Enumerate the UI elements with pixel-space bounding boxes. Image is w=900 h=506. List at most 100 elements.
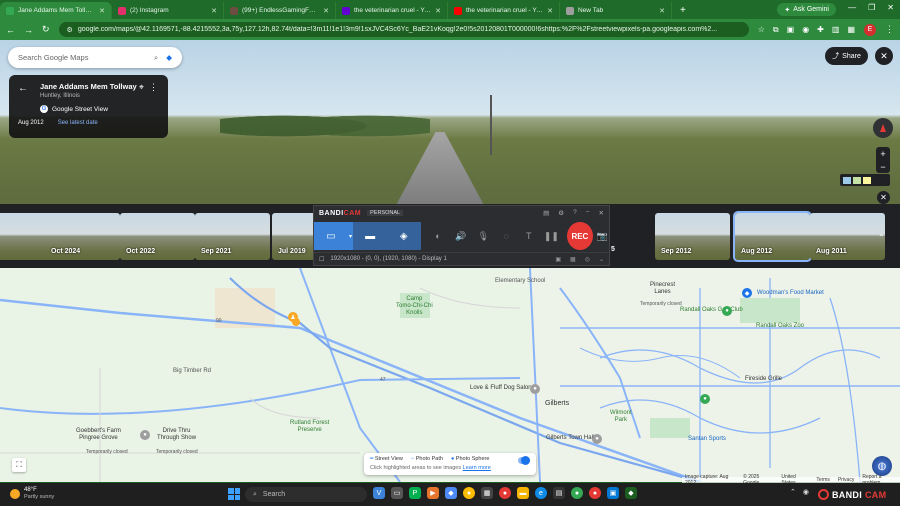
learn-more-link[interactable]: Learn more [463,465,491,471]
taskbar-app-icon[interactable]: ▤ [553,487,565,499]
maximize-icon[interactable]: ❐ [868,3,875,12]
timeline-thumbnail[interactable]: Sep 2012 [655,213,730,260]
browser-tab[interactable]: (99+) EndlessGamingFanProdu ✕ [224,2,336,19]
game-mode-button[interactable]: ◈ [386,222,421,250]
search-icon[interactable]: ⌕ [154,53,158,63]
bandicam-app-icon[interactable]: ● [499,487,511,499]
weather-widget[interactable]: 48°F Partly sunny [10,487,54,501]
text-overlay-icon[interactable]: T [519,231,538,241]
close-timeline-button[interactable]: ✕ [877,191,890,204]
pause-icon[interactable]: ❚❚ [542,231,561,242]
close-tab-icon[interactable]: ✕ [435,7,441,15]
pegman-icon[interactable]: ♟ [288,312,298,322]
minimize-icon[interactable]: — [848,3,856,12]
chrome-profile-icon[interactable]: ● [571,487,583,499]
bookmark-star-icon[interactable]: ☆ [758,25,765,35]
close-window-icon[interactable]: ✕ [887,3,894,12]
globe-view-icon[interactable]: ◍ [872,456,892,476]
taskbar-app-icon[interactable]: V [373,487,385,499]
search-input[interactable]: Search Google Maps [18,53,146,62]
map-label-love-fluff[interactable]: Love & Fluff Dog Salon [470,385,532,392]
url-bar[interactable]: ⚙ google.com/maps/@42.1169571,-88.421555… [58,22,749,37]
map-label-elementary[interactable]: Elementary School [495,278,545,285]
map-label-randall-golf[interactable]: Randall Oaks Golf Club [680,307,743,314]
edge-icon[interactable]: e [535,487,547,499]
back-arrow-icon[interactable]: ← [18,83,28,94]
cursor-effect-icon[interactable]: ◌ [497,231,516,241]
split-icon[interactable]: ▦ [847,25,855,35]
map-label-camp[interactable]: Camp Tomo-Chi-Chi Knolls [396,296,433,317]
close-tab-icon[interactable]: ✕ [211,7,217,15]
tray-app-icon[interactable]: ◉ [803,488,809,496]
share-button[interactable]: ⤴ Share [825,47,868,65]
more-options-icon[interactable]: ⋮ [149,82,158,93]
timeline-thumbnail[interactable]: Oct 2022 [120,213,195,260]
site-info-icon[interactable]: ⚙ [67,26,73,34]
close-tab-icon[interactable]: ✕ [659,7,665,15]
maps-search-box[interactable]: Search Google Maps ⌕ ◆ [8,47,182,68]
timeline-thumbnail[interactable]: Sep 2021 [195,213,270,260]
chrome-profile-icon[interactable]: ● [589,487,601,499]
expand-timeline-icon[interactable]: ⌃ [878,233,885,242]
close-tab-icon[interactable]: ✕ [99,7,105,15]
folder-icon[interactable]: ▤ [543,209,549,217]
taskbar-app-icon[interactable]: ▭ [391,487,403,499]
minimize-icon[interactable]: − [586,209,590,217]
map-label-gilberts[interactable]: Gilberts [545,400,569,408]
park-pin-icon[interactable]: ● [700,394,710,404]
map-label-goebbert[interactable]: Goebbert's Farm Pingree Grove [76,428,121,442]
ask-gemini-button[interactable]: ✦ Ask Gemini [777,3,836,16]
tray-overflow-icon[interactable]: ⌃ [790,488,796,496]
golf-pin-icon[interactable]: ● [722,306,732,316]
puzzle-icon[interactable]: ✚ [817,25,824,35]
street-view-toggle[interactable] [518,456,530,465]
region-checkbox-icon[interactable]: ☐ [319,256,324,263]
video-output-icon[interactable]: ▣ [555,256,561,263]
compass-icon[interactable] [873,118,893,138]
browser-tab[interactable]: New Tab ✕ [560,2,672,19]
device-mode-button[interactable]: ▬ [353,222,387,250]
webcam-icon[interactable]: ◐ [429,231,448,241]
help-icon[interactable]: ? [573,209,577,217]
fullscreen-icon[interactable]: ⛶ [12,458,26,472]
map-label-drive-thru[interactable]: Drive Thru Through Show [157,428,196,442]
directions-icon[interactable]: ◆ [166,53,172,62]
map-label-santan[interactable]: Santan Sports [688,436,726,443]
map-label-wilmont[interactable]: Wilmont Park [610,410,632,424]
taskbar-app-icon[interactable]: ▦ [481,487,493,499]
town-hall-pin-icon[interactable]: ● [592,434,602,444]
forward-icon[interactable]: → [24,25,33,35]
new-tab-button[interactable]: + [672,2,694,19]
profile-avatar[interactable]: E [864,23,876,36]
screen-mode-button[interactable]: ▭ [314,222,348,250]
map-label-gilberts-town-hall[interactable]: Gilberts Town Hall [546,435,594,442]
expand-chevron-icon[interactable]: ⌄ [599,256,604,263]
map-canvas[interactable]: Camp Tomo-Chi-Chi Knolls Elementary Scho… [0,268,900,482]
settings-icon[interactable]: ⚙ [558,209,564,217]
sidepanel-icon[interactable]: ▥ [832,25,840,35]
map-label-rutland[interactable]: Rutland Forest Preserve [290,420,329,434]
extension-icon[interactable]: ▣ [787,25,795,35]
screenshot-camera-icon[interactable]: 📷 [596,229,609,243]
file-explorer-icon[interactable]: ▬ [517,487,529,499]
start-button[interactable] [228,488,240,500]
close-tab-icon[interactable]: ✕ [323,7,329,15]
menu-kebab-icon[interactable]: ⋮ [885,24,894,35]
back-icon[interactable]: ← [6,25,15,35]
location-pin-icon[interactable]: ⌖ [139,82,144,93]
taskbar-app-icon[interactable]: ◆ [445,487,457,499]
record-button[interactable]: REC [566,222,593,250]
attraction-pin-icon[interactable]: ● [140,430,150,440]
extension-icon[interactable]: ⧉ [773,25,779,35]
taskbar-app-icon[interactable]: P [409,487,421,499]
zoom-out-icon[interactable]: − [880,162,885,172]
extension-icon[interactable]: ◉ [802,25,809,35]
close-street-view-button[interactable]: ✕ [875,47,893,65]
taskbar-search-input[interactable]: Search [263,491,285,498]
zoom-in-icon[interactable]: + [880,149,885,159]
see-latest-date-link[interactable]: See latest date [58,120,98,126]
map-label-pinecrest[interactable]: Pinecrest Lanes [650,282,675,296]
speaker-icon[interactable]: 🔊 [451,231,470,242]
browser-tab[interactable]: Jane Addams Mem Tollway - G✕ [0,2,112,19]
image-output-icon[interactable]: ▦ [570,256,576,263]
